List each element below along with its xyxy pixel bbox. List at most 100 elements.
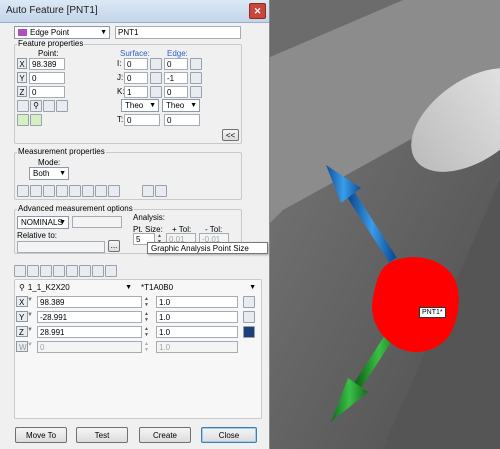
sphere-tab-icon[interactable] <box>40 265 52 277</box>
point-z-field[interactable]: 0 <box>29 86 65 98</box>
mode-select[interactable]: Both ▼ <box>29 167 69 180</box>
collapse-button[interactable]: << <box>222 129 239 141</box>
measure-icon-3[interactable] <box>43 185 55 197</box>
help-icon[interactable] <box>243 326 255 338</box>
probe-icon: ⚲ <box>19 283 25 292</box>
binoculars-icon[interactable]: ⚲ <box>30 100 42 112</box>
i-label: I: <box>117 59 122 68</box>
measure-icon-4[interactable] <box>56 185 68 197</box>
read-position-icon[interactable] <box>17 114 29 126</box>
mode-label: Mode: <box>38 158 61 167</box>
gear-tab-icon[interactable] <box>79 265 91 277</box>
measure-icon-8[interactable] <box>108 185 120 197</box>
dialog-title: Auto Feature [PNT1] <box>6 5 98 16</box>
nominals-secondary-field <box>72 216 122 228</box>
measurement-properties-label: Measurement properties <box>17 147 106 156</box>
probe-x-secondary[interactable]: 1.0 <box>156 296 238 308</box>
feature-name-field[interactable]: PNT1 <box>115 26 241 39</box>
measure-icon-2[interactable] <box>30 185 42 197</box>
surface-measure-icon[interactable] <box>150 86 162 98</box>
j-label: J: <box>117 73 124 82</box>
surface-flip-icon[interactable] <box>150 72 162 84</box>
probe-w-spinner: ▲ ▼ <box>144 341 149 353</box>
feature-vectors <box>326 165 459 422</box>
surface-k-field[interactable]: 1 <box>124 86 148 98</box>
tooltip: Graphic Analysis Point Size <box>147 242 268 254</box>
surface-i-field[interactable]: 0 <box>124 58 148 70</box>
t-label: T: <box>117 115 124 124</box>
probe-add-icon[interactable] <box>243 296 255 308</box>
probe-tab-icon[interactable] <box>14 265 26 277</box>
probe-z-secondary[interactable]: 1.0 <box>156 326 238 338</box>
point-options-icon[interactable] <box>17 100 29 112</box>
analysis-label: Analysis: <box>133 213 166 222</box>
surface-theo-select[interactable]: Theo ▼ <box>121 99 159 112</box>
target-tab-icon[interactable] <box>66 265 78 277</box>
probe-toolbar <box>14 265 254 279</box>
measure-icon-10[interactable] <box>155 185 167 197</box>
close-button[interactable]: Close <box>201 427 257 443</box>
probe-y-field[interactable]: -28.991 <box>37 311 142 323</box>
point-x-field[interactable]: 98.389 <box>29 58 65 70</box>
edge-flip-icon[interactable] <box>190 72 202 84</box>
point-y-field[interactable]: 0 <box>29 72 65 84</box>
t-field-2[interactable]: 0 <box>164 114 200 126</box>
point-label-text: Point: <box>38 49 59 58</box>
surface-j-field[interactable]: 0 <box>124 72 148 84</box>
measure-icon-6[interactable] <box>82 185 94 197</box>
surface-label: Surface: <box>120 49 150 58</box>
t-field[interactable]: 0 <box>124 114 160 126</box>
feature-type-select[interactable]: Edge Point ▼ <box>14 26 110 39</box>
measure-icon-7[interactable] <box>95 185 107 197</box>
surface-vector-arrow <box>326 165 397 263</box>
edge-measure-icon[interactable] <box>190 86 202 98</box>
measured-point-marker <box>372 257 459 352</box>
probe-x-spinner[interactable]: ▲ ▼ <box>143 296 150 308</box>
edge-i-field[interactable]: 0 <box>164 58 188 70</box>
vector-find-icon[interactable] <box>43 100 55 112</box>
edge-j-field[interactable]: -1 <box>164 72 188 84</box>
close-window-icon[interactable]: ✕ <box>249 3 266 19</box>
measure-icon-9[interactable] <box>142 185 154 197</box>
probe-file-select[interactable]: ⚲ 1_1_K2X20 ▼ <box>16 282 134 295</box>
relative-to-field <box>17 241 105 253</box>
chart-tab-icon[interactable] <box>92 265 104 277</box>
advanced-options-label: Advanced measurement options <box>17 204 134 213</box>
probe-w-secondary: 1.0 <box>156 341 238 353</box>
relative-to-browse-button[interactable]: ... <box>108 240 120 252</box>
relative-to-label: Relative to: <box>17 231 58 240</box>
point-label: PNT1* <box>419 307 446 318</box>
auto-feature-dialog: Auto Feature [PNT1] ✕ Edge Point ▼ PNT1 F… <box>0 0 270 449</box>
flip-vector-icon[interactable] <box>30 114 42 126</box>
probe-z-field[interactable]: 28.991 <box>37 326 142 338</box>
move-tab-icon[interactable] <box>27 265 39 277</box>
move-to-button[interactable]: Move To <box>15 427 67 443</box>
edge-k-field[interactable]: 0 <box>164 86 188 98</box>
probe-x-field[interactable]: 98.389 <box>37 296 142 308</box>
graphics-viewport[interactable] <box>263 0 500 449</box>
probe-z-spinner[interactable]: ▲ ▼ <box>143 326 150 338</box>
create-button[interactable]: Create <box>139 427 191 443</box>
title-bar[interactable]: Auto Feature [PNT1] ✕ <box>0 0 269 23</box>
surface-find-vector-icon[interactable] <box>150 58 162 70</box>
feature-properties-label: Feature properties <box>17 39 85 48</box>
point-x-axis-button[interactable]: X <box>17 58 27 69</box>
probe-y-secondary[interactable]: 1.0 <box>156 311 238 323</box>
point-z-axis-button[interactable]: Z <box>17 86 27 97</box>
probe-y-spinner[interactable]: ▲ ▼ <box>143 311 150 323</box>
point-y-axis-button[interactable]: Y <box>17 72 27 83</box>
probe-w-field: 0 <box>37 341 142 353</box>
edge-label: Edge: <box>167 49 188 58</box>
edge-theo-select[interactable]: Theo ▼ <box>162 99 200 112</box>
tip-select[interactable]: *T1A0B0 ▼ <box>138 282 258 295</box>
measure-icon-5[interactable] <box>69 185 81 197</box>
edge-point-icon <box>18 29 27 37</box>
circle-tab-icon[interactable] <box>53 265 65 277</box>
nominals-select[interactable]: NOMINALS ▼ <box>17 216 69 229</box>
measure-icon-1[interactable] <box>17 185 29 197</box>
grid-icon[interactable] <box>56 100 68 112</box>
test-button[interactable]: Test <box>76 427 128 443</box>
report-tab-icon[interactable] <box>105 265 117 277</box>
probe-edit-icon[interactable] <box>243 311 255 323</box>
edge-find-vector-icon[interactable] <box>190 58 202 70</box>
